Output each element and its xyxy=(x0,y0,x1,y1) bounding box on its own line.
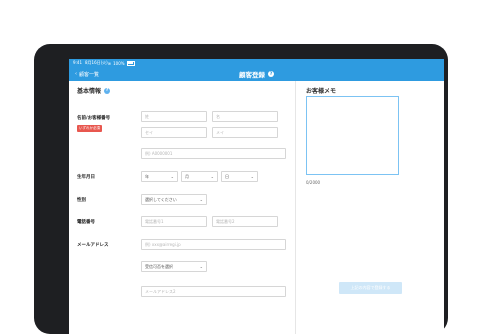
chevron-down-icon: ⌄ xyxy=(199,197,203,202)
chevron-left-icon: ‹ xyxy=(75,71,77,77)
gender-select-value: 選択してください xyxy=(145,196,177,202)
phone-label: 電話番号 xyxy=(77,220,95,225)
birthdate-label: 生年月日 xyxy=(77,175,95,180)
first-name-input[interactable]: 名 xyxy=(212,111,278,122)
birth-month-value: 月 xyxy=(185,173,189,179)
memo-title: お客様メモ xyxy=(306,88,337,95)
page-title-text: 顧客登録 xyxy=(239,71,265,79)
submit-button[interactable]: 上記の内容で登録する xyxy=(339,282,402,294)
chevron-down-icon: ⌄ xyxy=(170,174,174,179)
memo-panel: お客様メモ 0/2000 xyxy=(296,81,444,334)
nav-bar: ‹ 顧客一覧 顧客登録 ? xyxy=(69,67,444,81)
birth-year-select[interactable]: 年 ⌄ xyxy=(141,171,178,182)
gender-label: 性別 xyxy=(77,198,86,203)
email-consent-value: 受信可否を選択 xyxy=(145,263,173,269)
battery-icon xyxy=(126,60,135,66)
chevron-down-icon: ⌄ xyxy=(250,174,254,179)
status-bar: 9:41 8月16日(火) ≋ 100% xyxy=(69,59,444,67)
first-kana-input[interactable]: メイ xyxy=(212,127,278,138)
email-input[interactable]: 例) xxx@airregi.jp xyxy=(141,239,286,250)
form-content: 基本情報 ? 名前/お客様番号 いずれか必須 姓 名 セイ メイ 例) A000… xyxy=(69,81,444,334)
basic-info-panel: 基本情報 ? 名前/お客様番号 いずれか必須 姓 名 セイ メイ 例) A000… xyxy=(69,81,296,334)
phone2-input[interactable]: 電話番号2 xyxy=(212,216,278,227)
required-badge: いずれか必須 xyxy=(77,125,102,132)
status-date: 8月16日(火) xyxy=(84,60,108,65)
chevron-down-icon: ⌄ xyxy=(199,264,203,269)
last-name-input[interactable]: 姓 xyxy=(141,111,207,122)
page-title: 顧客登録 ? xyxy=(239,69,274,79)
memo-counter: 0/2000 xyxy=(306,180,321,185)
status-time: 9:41 xyxy=(73,60,82,65)
help-icon[interactable]: ? xyxy=(268,71,274,77)
phone1-input[interactable]: 電話番号1 xyxy=(141,216,207,227)
back-label: 顧客一覧 xyxy=(79,71,100,78)
chevron-down-icon: ⌄ xyxy=(210,174,214,179)
gender-select[interactable]: 選択してください ⌄ xyxy=(141,194,207,205)
back-button[interactable]: ‹ 顧客一覧 xyxy=(75,71,99,78)
basic-info-title: 基本情報 ? xyxy=(77,86,111,95)
email-consent-select[interactable]: 受信可否を選択 ⌄ xyxy=(141,261,207,272)
wifi-icon: ≋ xyxy=(107,60,112,66)
birth-year-value: 年 xyxy=(145,173,149,179)
name-label: 名前/お客様番号 xyxy=(77,116,111,121)
customer-number-input[interactable]: 例) A0000001 xyxy=(141,148,286,159)
memo-textarea[interactable] xyxy=(306,96,399,175)
birth-day-value: 日 xyxy=(225,173,229,179)
email2-input[interactable]: メールアドレス2 xyxy=(141,286,286,297)
email-label: メールアドレス xyxy=(77,243,109,248)
birth-month-select[interactable]: 月 ⌄ xyxy=(181,171,218,182)
basic-info-title-text: 基本情報 xyxy=(77,88,102,95)
last-kana-input[interactable]: セイ xyxy=(141,127,207,138)
help-icon[interactable]: ? xyxy=(104,87,111,94)
battery-percent: 100% xyxy=(113,60,125,66)
birth-day-select[interactable]: 日 ⌄ xyxy=(221,171,258,182)
